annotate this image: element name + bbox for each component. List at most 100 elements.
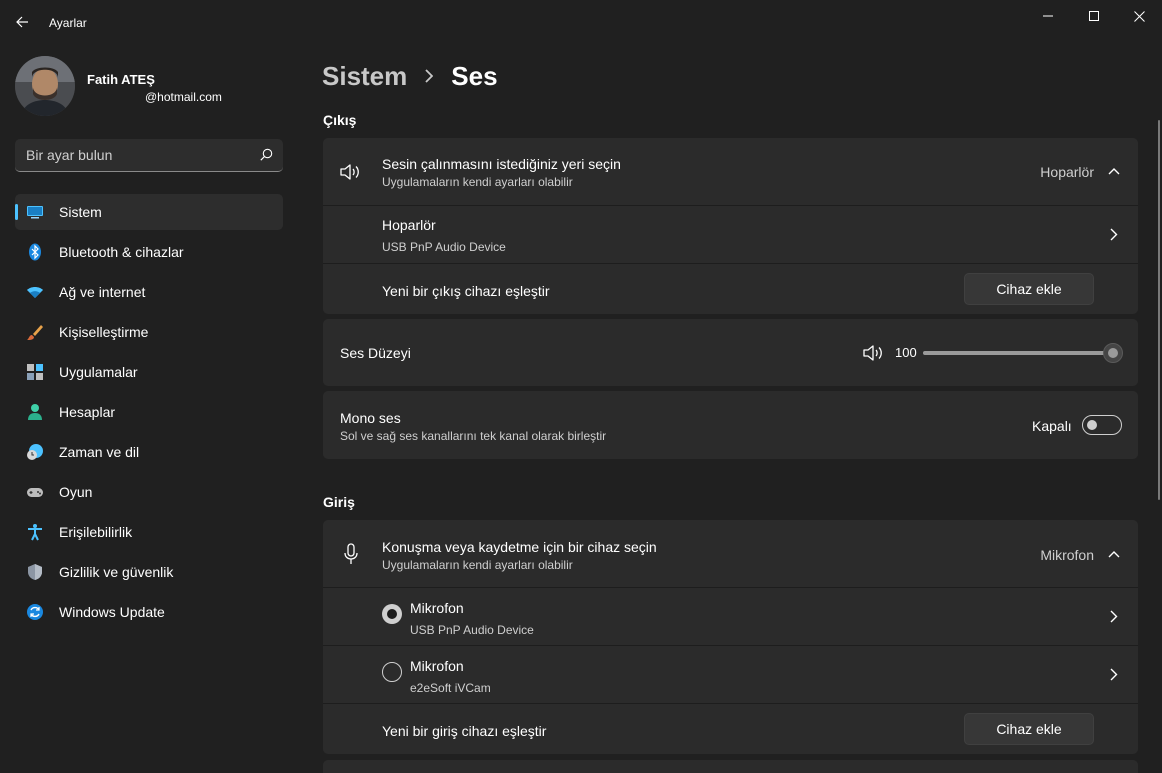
mono-audio-state: Kapalı [1032, 418, 1072, 434]
mono-audio-subtitle: Sol ve sağ ses kanallarını tek kanal ola… [340, 429, 607, 443]
sidebar-item-personalization[interactable]: Kişiselleştirme [15, 314, 283, 350]
output-selector-subtitle: Uygulamaların kendi ayarları olabilir [382, 175, 573, 189]
output-selector-row[interactable]: Sesin çalınmasını istediğiniz yeri seçin… [323, 138, 1138, 205]
breadcrumb: Sistem Ses [322, 58, 498, 94]
bluetooth-icon [29, 243, 41, 261]
output-device-description: USB PnP Audio Device [382, 240, 506, 254]
sidebar-item-accounts[interactable]: Hesaplar [15, 394, 283, 430]
person-icon [28, 404, 42, 420]
output-device-name: Hoparlör [382, 217, 436, 233]
sidebar-item-privacy[interactable]: Gizlilik ve güvenlik [15, 554, 283, 590]
sidebar-item-accessibility[interactable]: Erişilebilirlik [15, 514, 283, 550]
sidebar: Fatih ATEŞ @hotmail.com Sistem Bluetooth… [0, 46, 300, 773]
sidebar-item-bluetooth[interactable]: Bluetooth & cihazlar [15, 234, 283, 270]
volume-speaker-icon[interactable] [862, 344, 884, 362]
maximize-icon [1089, 11, 1099, 21]
output-device-row[interactable]: Hoparlör USB PnP Audio Device [323, 205, 1138, 263]
speaker-icon [340, 164, 359, 180]
sidebar-item-label: Zaman ve dil [59, 444, 140, 460]
minimize-icon [1043, 15, 1053, 17]
chevron-right-icon [1110, 228, 1118, 241]
brush-icon [27, 325, 43, 340]
user-name: Fatih ATEŞ [87, 72, 155, 87]
volume-slider-track[interactable] [923, 351, 1113, 355]
close-icon [1133, 10, 1145, 22]
chevron-right-icon [1110, 610, 1118, 623]
input-selector-subtitle: Uygulamaların kendi ayarları olabilir [382, 558, 573, 572]
output-selected-value: Hoparlör [1040, 164, 1094, 180]
avatar[interactable] [15, 56, 75, 116]
input-device-card: Konuşma veya kaydetme için bir cihaz seç… [323, 520, 1138, 754]
main-content: Sistem Ses Çıkış Sesin çalınmasını isted… [300, 46, 1162, 773]
search-icon[interactable] [260, 148, 273, 161]
sidebar-item-label: Ağ ve internet [59, 284, 146, 300]
output-device-card: Sesin çalınmasını istediğiniz yeri seçin… [323, 138, 1138, 314]
next-card [323, 760, 1138, 773]
sidebar-item-label: Erişilebilirlik [59, 524, 133, 540]
input-device-name: Mikrofon [410, 600, 464, 616]
chevron-right-icon [425, 69, 434, 83]
volume-value: 100 [895, 345, 917, 360]
sidebar-item-gaming[interactable]: Oyun [15, 474, 283, 510]
output-selector-title: Sesin çalınmasını istediğiniz yeri seçin [382, 156, 621, 172]
microphone-icon [344, 543, 358, 564]
input-pair-label: Yeni bir giriş cihazı eşleştir [382, 723, 547, 739]
input-selector-title: Konuşma veya kaydetme için bir cihaz seç… [382, 539, 657, 555]
input-device-description: USB PnP Audio Device [410, 623, 534, 637]
clock-globe-icon [27, 444, 43, 460]
close-button[interactable] [1116, 0, 1162, 32]
sidebar-item-label: Sistem [59, 204, 102, 220]
scrollbar[interactable] [1158, 120, 1160, 500]
add-output-device-button[interactable]: Cihaz ekle [964, 273, 1094, 305]
gamepad-icon [27, 488, 43, 497]
minimize-button[interactable] [1025, 0, 1071, 32]
sidebar-item-label: Gizlilik ve güvenlik [59, 564, 174, 580]
breadcrumb-separator [425, 69, 434, 83]
monitor-icon [27, 206, 43, 219]
output-pair-row: Yeni bir çıkış cihazı eşleştir Cihaz ekl… [323, 263, 1138, 314]
maximize-button[interactable] [1071, 0, 1117, 32]
output-pair-label: Yeni bir çıkış cihazı eşleştir [382, 283, 550, 299]
update-icon [27, 604, 43, 620]
back-button[interactable] [8, 10, 36, 34]
sidebar-item-apps[interactable]: Uygulamalar [15, 354, 283, 390]
sidebar-item-time-language[interactable]: Zaman ve dil [15, 434, 283, 470]
toggle-knob [1087, 420, 1097, 430]
input-selector-row[interactable]: Konuşma veya kaydetme için bir cihaz seç… [323, 520, 1138, 587]
title-bar: Ayarlar [0, 0, 1162, 46]
search-box[interactable] [15, 139, 283, 172]
accessibility-icon [28, 524, 42, 541]
sidebar-item-label: Bluetooth & cihazlar [59, 244, 184, 260]
volume-label: Ses Düzeyi [340, 345, 411, 361]
mono-audio-card: Mono ses Sol ve sağ ses kanallarını tek … [323, 391, 1138, 459]
mono-audio-title: Mono ses [340, 410, 401, 426]
user-email: @hotmail.com [145, 90, 222, 104]
sidebar-item-label: Windows Update [59, 604, 165, 620]
sidebar-item-network[interactable]: Ağ ve internet [15, 274, 283, 310]
breadcrumb-parent[interactable]: Sistem [322, 61, 407, 92]
input-selected-value: Mikrofon [1040, 547, 1094, 563]
input-device-description: e2eSoft iVCam [410, 681, 491, 695]
input-device-row[interactable]: Mikrofon USB PnP Audio Device [323, 587, 1138, 645]
input-device-name: Mikrofon [410, 658, 464, 674]
mono-audio-toggle[interactable] [1082, 415, 1122, 435]
input-device-row[interactable]: Mikrofon e2eSoft iVCam [323, 645, 1138, 703]
search-input[interactable] [15, 139, 250, 171]
add-input-device-button[interactable]: Cihaz ekle [964, 713, 1094, 745]
output-section-title: Çıkış [323, 112, 357, 128]
sidebar-item-label: Oyun [59, 484, 93, 500]
wifi-icon [27, 287, 43, 298]
sidebar-item-label: Hesaplar [59, 404, 116, 420]
shield-icon [28, 564, 42, 580]
volume-slider-thumb[interactable] [1103, 343, 1123, 363]
chevron-up-icon[interactable] [1108, 550, 1120, 558]
chevron-up-icon[interactable] [1108, 167, 1120, 175]
apps-icon [27, 364, 43, 380]
input-device-radio[interactable] [382, 604, 402, 624]
input-device-radio[interactable] [382, 662, 402, 682]
sidebar-item-windows-update[interactable]: Windows Update [15, 594, 283, 630]
sidebar-nav: Sistem Bluetooth & cihazlar Ağ ve intern… [15, 194, 283, 634]
sidebar-item-sistem[interactable]: Sistem [15, 194, 283, 230]
chevron-right-icon [1110, 668, 1118, 681]
active-indicator [15, 204, 18, 220]
